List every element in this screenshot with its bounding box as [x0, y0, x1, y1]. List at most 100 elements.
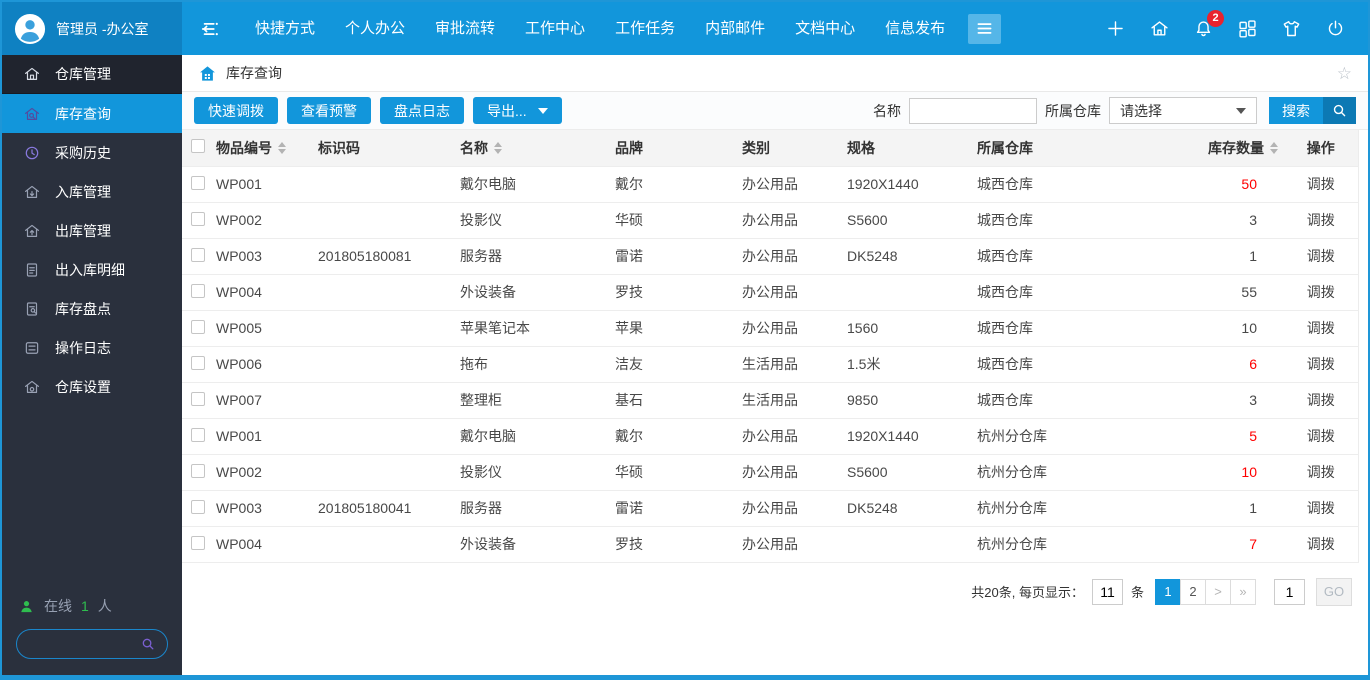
- page-button[interactable]: 1: [1155, 578, 1181, 605]
- plus-icon[interactable]: [1105, 18, 1126, 39]
- tshirt-icon[interactable]: [1281, 18, 1302, 39]
- row-checkbox[interactable]: [191, 319, 205, 334]
- row-checkbox[interactable]: [191, 247, 205, 262]
- user-name: 管理员 -办公室: [56, 20, 149, 37]
- sidebar-item[interactable]: 入库管理: [2, 172, 182, 211]
- table-header-row: 物品编号 标识码 名称 品牌 类别 规格 所属仓库 库存数量 操作: [182, 130, 1358, 167]
- sidebar-item[interactable]: 库存查询: [2, 94, 182, 133]
- transfer-link[interactable]: 调拨: [1307, 500, 1335, 516]
- row-checkbox[interactable]: [191, 535, 205, 550]
- bell-icon[interactable]: 2: [1193, 10, 1224, 39]
- search-button[interactable]: 搜索: [1269, 97, 1356, 124]
- warehouse-filter-label: 所属仓库: [1045, 102, 1101, 119]
- apps-icon[interactable]: [1237, 18, 1258, 39]
- sidebar-item-label: 入库管理: [55, 183, 111, 200]
- transfer-link[interactable]: 调拨: [1307, 284, 1335, 300]
- table-row: WP003 201805180081 服务器 雷诺 办公用品 DK5248 城西仓库 1 调拨: [182, 238, 1358, 275]
- export-dropdown-button[interactable]: 导出...: [473, 97, 562, 124]
- nav-item[interactable]: 文档中心: [780, 2, 870, 55]
- sort-icon[interactable]: [494, 141, 502, 154]
- cell-qty: 50: [1162, 166, 1284, 203]
- table-row: WP005 苹果笔记本 苹果 办公用品 1560 城西仓库 10 调拨: [182, 310, 1358, 347]
- inventory-table: 物品编号 标识码 名称 品牌 类别 规格 所属仓库 库存数量 操作 WP001 戴尔电脑 戴尔 办公用…: [182, 130, 1359, 563]
- sort-icon[interactable]: [278, 141, 286, 154]
- more-menu-button[interactable]: [968, 13, 1002, 44]
- toolbar-button[interactable]: 查看预警: [287, 97, 371, 124]
- sidebar-item[interactable]: 仓库管理: [2, 55, 182, 94]
- column-label: 操作: [1306, 139, 1335, 156]
- sidebar-item[interactable]: 库存盘点: [2, 289, 182, 328]
- cell-spec: 1.5米: [847, 346, 977, 383]
- pagination: 共20条, 每页显示： 条 12>» GO: [182, 563, 1368, 606]
- sidebar-item[interactable]: 采购历史: [2, 133, 182, 172]
- last-page-button[interactable]: »: [1230, 578, 1256, 605]
- column-header: 规格: [847, 130, 977, 167]
- cell-spec: [847, 526, 977, 563]
- sidebar-item[interactable]: 出库管理: [2, 211, 182, 250]
- row-checkbox-cell: [182, 382, 216, 419]
- search-icon: [1331, 102, 1348, 119]
- sidebar-search-input[interactable]: [28, 636, 140, 652]
- cell-spec: 1920X1440: [847, 166, 977, 203]
- home-icon[interactable]: [1149, 18, 1170, 39]
- user-section[interactable]: 管理员 -办公室: [2, 2, 182, 55]
- transfer-link[interactable]: 调拨: [1307, 464, 1335, 480]
- row-checkbox[interactable]: [191, 175, 205, 190]
- cell-qty: 6: [1162, 346, 1284, 383]
- cell-qty: 1: [1162, 490, 1284, 527]
- row-checkbox[interactable]: [191, 427, 205, 442]
- row-checkbox[interactable]: [191, 211, 205, 226]
- sidebar-item-label: 仓库设置: [55, 378, 111, 395]
- nav-item[interactable]: 快捷方式: [240, 2, 330, 55]
- toolbar-button[interactable]: 盘点日志: [380, 97, 464, 124]
- nav-item[interactable]: 工作中心: [510, 2, 600, 55]
- next-page-button[interactable]: >: [1205, 578, 1231, 605]
- select-all-checkbox[interactable]: [191, 139, 205, 154]
- cell-qty: 3: [1162, 202, 1284, 239]
- nav-item[interactable]: 工作任务: [600, 2, 690, 55]
- transfer-link[interactable]: 调拨: [1307, 176, 1335, 192]
- transfer-link[interactable]: 调拨: [1307, 248, 1335, 264]
- column-header[interactable]: 名称: [460, 130, 615, 167]
- topbar-icons: 2: [1083, 2, 1368, 55]
- page-size-input[interactable]: [1091, 578, 1123, 605]
- nav-item[interactable]: 个人办公: [330, 2, 420, 55]
- transfer-link[interactable]: 调拨: [1307, 536, 1335, 552]
- power-icon[interactable]: [1325, 18, 1346, 39]
- sidebar-toggle-icon[interactable]: [182, 2, 240, 55]
- sidebar-item[interactable]: 操作日志: [2, 328, 182, 367]
- sidebar-item-label: 库存查询: [55, 105, 111, 122]
- transfer-link[interactable]: 调拨: [1307, 212, 1335, 228]
- name-filter-input[interactable]: [909, 97, 1037, 124]
- row-checkbox[interactable]: [191, 499, 205, 514]
- row-checkbox[interactable]: [191, 391, 205, 406]
- search-icon[interactable]: [140, 636, 156, 652]
- cell-code: WP004: [216, 274, 318, 311]
- row-checkbox[interactable]: [191, 283, 205, 298]
- transfer-link[interactable]: 调拨: [1307, 356, 1335, 372]
- toolbar-button[interactable]: 快速调拨: [194, 97, 278, 124]
- goto-page-input[interactable]: [1274, 578, 1305, 605]
- sort-icon[interactable]: [1270, 141, 1278, 154]
- cell-brand: 雷诺: [615, 490, 742, 527]
- nav-item[interactable]: 信息发布: [870, 2, 960, 55]
- transfer-link[interactable]: 调拨: [1307, 428, 1335, 444]
- row-checkbox[interactable]: [191, 463, 205, 478]
- nav-item[interactable]: 审批流转: [420, 2, 510, 55]
- online-suffix: 人: [97, 598, 112, 614]
- sidebar-item[interactable]: 出入库明细: [2, 250, 182, 289]
- cell-category: 生活用品: [742, 346, 847, 383]
- nav-item[interactable]: 内部邮件: [690, 2, 780, 55]
- column-header[interactable]: 库存数量: [1162, 130, 1284, 167]
- page-button[interactable]: 2: [1180, 578, 1206, 605]
- search-icon-button[interactable]: [1323, 97, 1356, 124]
- favorite-star-icon[interactable]: ☆: [1337, 65, 1352, 82]
- cell-action: 调拨: [1284, 454, 1358, 491]
- row-checkbox[interactable]: [191, 355, 205, 370]
- sidebar-item[interactable]: 仓库设置: [2, 367, 182, 406]
- go-button[interactable]: GO: [1316, 577, 1352, 606]
- transfer-link[interactable]: 调拨: [1307, 320, 1335, 336]
- warehouse-select[interactable]: 请选择: [1109, 97, 1257, 124]
- column-header[interactable]: 物品编号: [216, 130, 318, 167]
- transfer-link[interactable]: 调拨: [1307, 392, 1335, 408]
